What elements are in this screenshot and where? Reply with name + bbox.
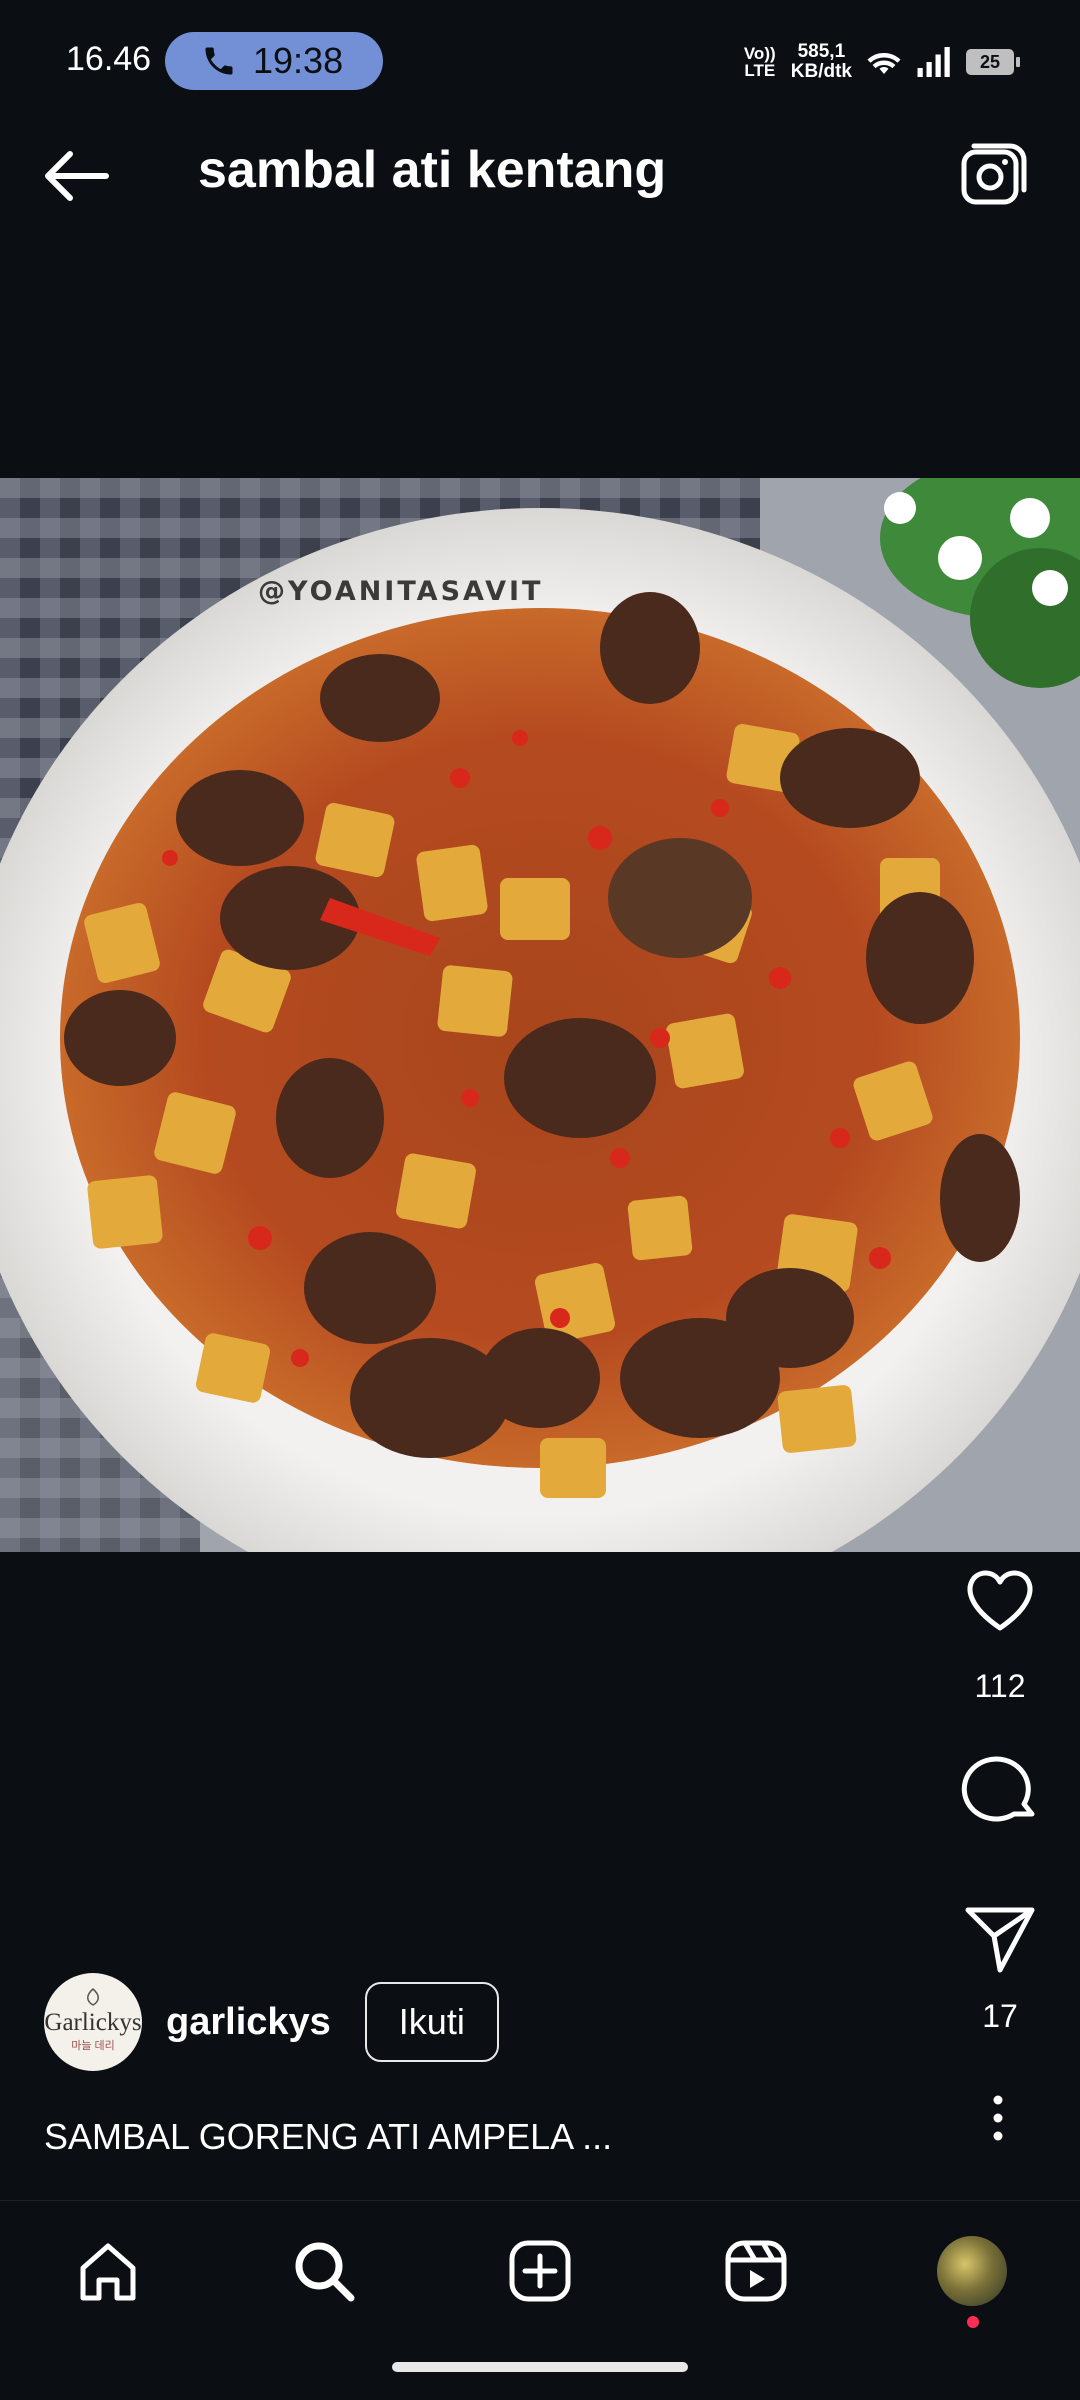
profile-avatar <box>937 2236 1007 2306</box>
status-icons: Vo)) LTE 585,1 KB/dtk 25 <box>743 36 1020 88</box>
status-bar: 16.46 19:38 Vo)) LTE 585,1 KB/dtk 25 <box>0 0 1080 120</box>
speed-unit: KB/dtk <box>790 61 852 82</box>
post-image[interactable]: @YOANITASAVIT <box>0 478 1080 1552</box>
network-speed: 585,1 KB/dtk <box>791 42 852 82</box>
comment-icon[interactable] <box>960 1748 1040 1828</box>
page-title: sambal ati kentang <box>198 141 667 199</box>
search-icon <box>295 2242 355 2302</box>
author-username[interactable]: garlickys <box>166 2001 331 2044</box>
reels-icon <box>725 2240 787 2302</box>
camera-icon[interactable] <box>960 140 1028 208</box>
nav-profile[interactable] <box>932 2231 1012 2311</box>
notification-dot <box>967 2316 979 2328</box>
author-avatar[interactable]: Garlickys 마늘 데리 <box>44 1973 142 2071</box>
call-duration: 19:38 <box>253 40 344 81</box>
signal-icon <box>917 47 950 77</box>
add-icon <box>509 2240 571 2302</box>
status-time: 16.46 <box>66 40 152 78</box>
nav-create[interactable] <box>500 2231 580 2311</box>
garlic-logo-icon <box>87 1988 99 2006</box>
food-photo <box>0 478 1080 1552</box>
home-icon <box>80 2243 136 2301</box>
wifi-icon <box>867 53 901 74</box>
nav-reels[interactable] <box>716 2231 796 2311</box>
author-row: Garlickys 마늘 데리 garlickys Ikuti <box>44 1972 499 2072</box>
bottom-nav <box>0 2200 1080 2341</box>
avatar-sub-text: 마늘 데리 <box>71 2040 115 2052</box>
share-count: 17 <box>982 1998 1018 2034</box>
like-count: 112 <box>974 1668 1026 1704</box>
battery-icon: 25 <box>966 49 1020 75</box>
home-indicator[interactable] <box>392 2362 688 2372</box>
image-watermark: @YOANITASAVIT <box>258 576 544 607</box>
phone-icon <box>205 47 233 75</box>
post-caption[interactable]: SAMBAL GORENG ATI AMPELA ... <box>44 2116 612 2158</box>
follow-button[interactable]: Ikuti <box>364 1982 499 2062</box>
avatar-brand-text: Garlickys <box>44 2009 142 2036</box>
more-options-icon[interactable] <box>980 2090 1016 2146</box>
back-arrow-icon[interactable] <box>40 150 112 202</box>
heart-icon[interactable] <box>960 1560 1040 1640</box>
speed-value: 585,1 <box>797 41 846 62</box>
top-app-bar: sambal ati kentang <box>0 120 1080 230</box>
share-icon[interactable] <box>960 1898 1040 1978</box>
ongoing-call-pill[interactable]: 19:38 <box>165 32 383 90</box>
nav-home[interactable] <box>68 2231 148 2311</box>
network-type-label: Vo)) LTE <box>743 44 776 80</box>
nav-search[interactable] <box>284 2231 364 2311</box>
